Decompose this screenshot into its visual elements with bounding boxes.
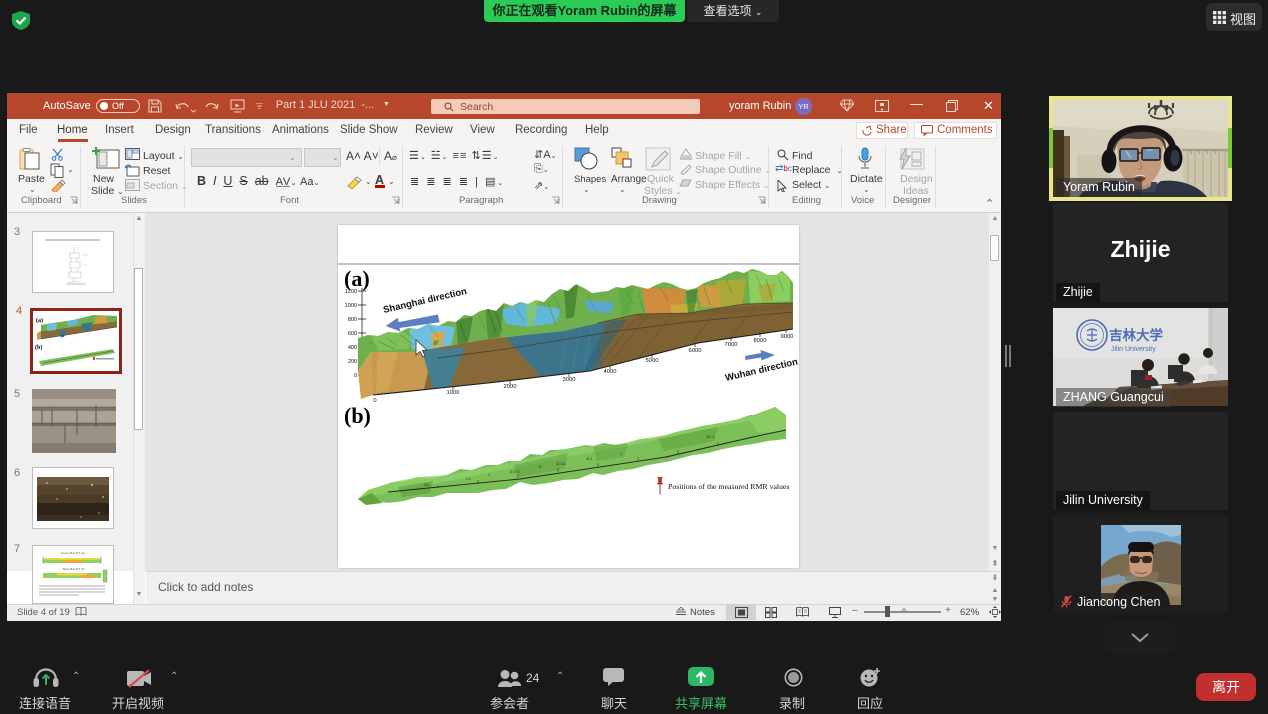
svg-text:1000: 1000 (447, 390, 460, 396)
svg-text:(b): (b) (35, 344, 42, 351)
svg-text:1: 1 (488, 473, 490, 477)
svg-text:Positions of the measured RMR: Positions of the measured RMR values (668, 482, 790, 491)
svg-text:11 111: 11 111 (556, 462, 566, 466)
svg-text:(b): (b) (344, 403, 371, 428)
svg-text:400: 400 (348, 345, 357, 351)
svg-text:1 1: 1 1 (466, 477, 471, 481)
svg-text:800: 800 (348, 317, 357, 323)
svg-text:(a): (a) (344, 266, 370, 291)
svg-text:9000: 9000 (781, 334, 794, 340)
svg-text:111 1: 111 1 (706, 435, 714, 439)
svg-text:吉林大学: 吉林大学 (1109, 327, 1163, 343)
svg-text:Green Bay RT (a): Green Bay RT (a) (61, 551, 85, 555)
svg-text:Jilin University: Jilin University (1111, 346, 1156, 353)
svg-text:4 11 8: 4 11 8 (510, 470, 520, 474)
svg-text:(a): (a) (36, 317, 43, 324)
svg-text:6000: 6000 (689, 348, 702, 354)
svg-text:11: 11 (538, 465, 542, 469)
svg-text:4000: 4000 (604, 369, 617, 375)
svg-text:0: 0 (373, 398, 376, 404)
svg-text:1000: 1000 (345, 303, 357, 309)
svg-text:1200: 1200 (345, 289, 357, 295)
svg-text:7000: 7000 (725, 342, 738, 348)
svg-text:600: 600 (348, 331, 357, 337)
svg-text:3000: 3000 (563, 377, 576, 383)
svg-text:11 1: 11 1 (586, 457, 593, 461)
svg-text:5000: 5000 (646, 358, 659, 364)
svg-text:200: 200 (348, 359, 357, 365)
svg-text:111: 111 (424, 483, 429, 487)
svg-text:1: 1 (620, 452, 622, 456)
svg-text:0: 0 (354, 373, 357, 379)
svg-text:Bear Bay RT (b): Bear Bay RT (b) (63, 567, 85, 571)
svg-text:8000: 8000 (754, 338, 767, 344)
svg-text:2000: 2000 (504, 384, 517, 390)
